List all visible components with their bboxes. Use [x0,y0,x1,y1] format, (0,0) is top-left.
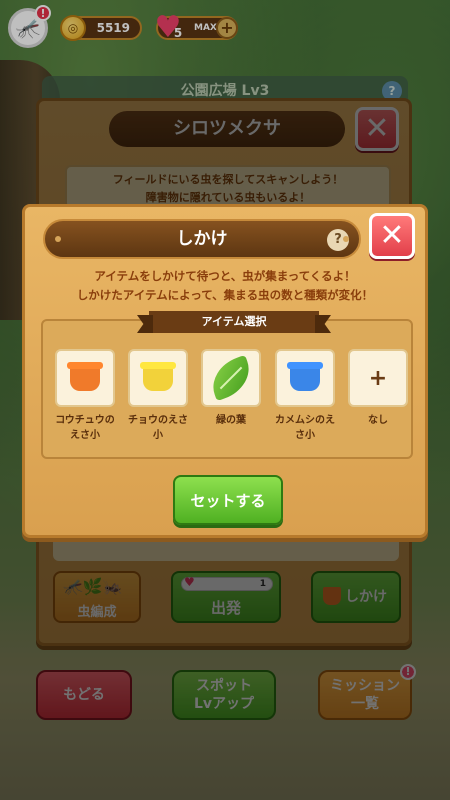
trap-modal: しかけ ? ✕ アイテムをしかけて待つと、虫が集まってくるよ！ しかけたアイテム… [22,204,428,538]
item-tile [275,349,335,407]
item-tile [128,349,188,407]
item-label: なし [368,415,388,426]
item-green-leaf[interactable]: 緑の葉 [201,349,261,428]
item-none[interactable]: + なし [348,349,408,428]
plus-icon: + [368,365,388,391]
blue-cup-icon [290,365,320,391]
trap-description-line2: しかけたアイテムによって、集まる虫の数と種類が変化！ [76,288,374,302]
item-label: カメムシのえさ小 [275,415,335,441]
item-label: 緑の葉 [216,415,246,426]
item-label: コウチュウのえさ小 [55,415,115,441]
set-button[interactable]: セットする [173,475,283,525]
item-butterfly-food[interactable]: チョウのえさ小 [128,349,188,443]
item-tile: + [348,349,408,407]
rivet [343,236,349,242]
trap-modal-close-button[interactable]: ✕ [369,213,415,259]
leaf-icon [205,354,257,402]
item-tile [201,349,261,407]
item-stinkbug-food[interactable]: カメムシのえさ小 [275,349,335,443]
item-select-box: アイテム選択 コウチュウのえさ小 チョウのえさ小 緑の葉 カメムシのえさ小 + … [41,311,413,459]
rivet [55,236,61,242]
trap-description: アイテムをしかけて待つと、虫が集まってくるよ！ しかけたアイテムによって、集まる… [25,267,425,305]
item-tile [55,349,115,407]
trap-modal-title-bar: しかけ ? [43,219,361,259]
orange-cup-icon [70,365,100,391]
trap-description-line1: アイテムをしかけて待つと、虫が集まってくるよ！ [94,269,356,283]
yellow-cup-icon [143,365,173,391]
item-select-header: アイテム選択 [149,311,319,333]
trap-modal-title: しかけ [176,229,228,249]
item-beetle-food[interactable]: コウチュウのえさ小 [55,349,115,443]
item-label: チョウのえさ小 [128,415,188,441]
